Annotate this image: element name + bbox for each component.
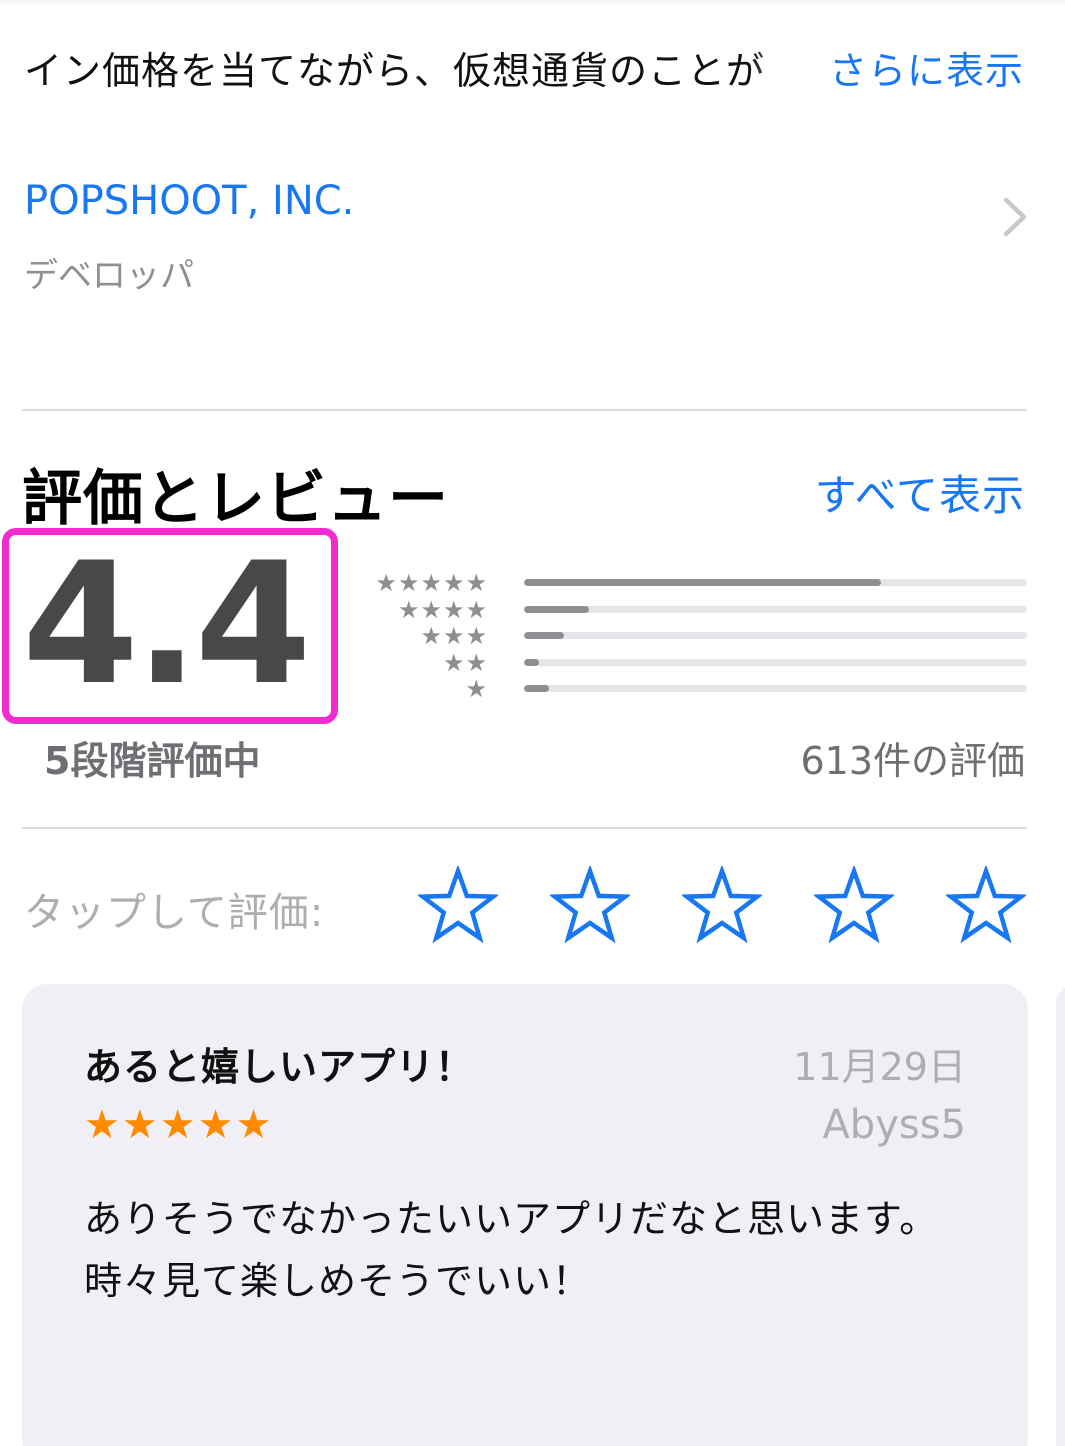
ratings-section-title: 評価とレビュー xyxy=(22,464,449,534)
histogram-stars: ★ xyxy=(465,675,488,703)
star-outline-icon[interactable] xyxy=(418,866,498,944)
histogram-stars: ★★★★ xyxy=(397,595,488,624)
description-row: イン価格を当てながら、仮想通貨のことが さらに表示 xyxy=(24,36,1024,96)
review-stars: ★★★★★ xyxy=(84,1102,274,1148)
histogram-stars: ★★★ xyxy=(420,622,488,650)
description-text: イン価格を当てながら、仮想通貨のことが xyxy=(24,49,766,93)
histogram-row: ★★ xyxy=(358,650,1028,676)
developer-row[interactable]: POPSHOOT, INC. デベロッパ xyxy=(24,178,1029,298)
histogram-bar-fill xyxy=(524,658,540,666)
review-title: あると嬉しいアプリ！ xyxy=(84,1045,475,1089)
review-author: Abyss5 xyxy=(822,1102,966,1148)
top-edge xyxy=(0,0,1065,6)
star-outline-icon[interactable] xyxy=(550,866,630,944)
next-review-card[interactable] xyxy=(1056,984,1065,1446)
histogram-stars: ★★ xyxy=(442,648,488,677)
review-body: ありそうでなかったいいアプリだなと思います。時々見て楽しめそうでいい！ xyxy=(84,1197,939,1303)
divider xyxy=(22,827,1027,829)
histogram-bar-track xyxy=(524,685,1027,692)
histogram-row: ★★★★★ xyxy=(358,570,1028,596)
histogram-bar-track xyxy=(524,605,1027,613)
histogram-row: ★★★★ xyxy=(358,597,1028,623)
chevron-right-icon[interactable] xyxy=(1001,196,1029,238)
rating-histogram: ★★★★★ ★★★★ ★★★ ★★ ★ xyxy=(358,570,1028,702)
rating-count: 613件の評価 xyxy=(800,739,1025,783)
histogram-row: ★★★ xyxy=(358,623,1028,649)
histogram-bar-fill xyxy=(524,685,550,692)
tap-to-rate-stars[interactable] xyxy=(418,866,1030,946)
see-all-link[interactable]: すべて表示 xyxy=(815,462,1025,523)
rating-scale-label: 5段階評価中 xyxy=(44,739,261,783)
average-rating: 4.4 xyxy=(22,526,312,722)
star-outline-icon[interactable] xyxy=(682,866,762,944)
histogram-row: ★ xyxy=(358,676,1028,702)
developer-name[interactable]: POPSHOOT, INC. xyxy=(24,178,354,224)
histogram-bar-fill xyxy=(524,632,565,639)
tap-to-rate-label: タップして評価: xyxy=(24,890,325,936)
histogram-bar-fill xyxy=(524,605,590,613)
histogram-bar-track xyxy=(524,658,1027,666)
histogram-stars: ★★★★★ xyxy=(375,569,488,597)
histogram-bar-track xyxy=(524,632,1027,639)
star-outline-icon[interactable] xyxy=(946,866,1026,944)
star-outline-icon[interactable] xyxy=(814,866,894,944)
review-date: 11月29日 xyxy=(793,1045,966,1089)
histogram-bar-track xyxy=(524,579,1027,586)
review-card[interactable]: あると嬉しいアプリ！ 11月29日 ★★★★★ Abyss5 ありそうでなかった… xyxy=(22,984,1028,1446)
histogram-bar-fill xyxy=(524,579,882,586)
developer-role: デベロッパ xyxy=(24,256,194,296)
divider xyxy=(22,409,1027,411)
app-store-page: イン価格を当てながら、仮想通貨のことが さらに表示 POPSHOOT, INC.… xyxy=(0,0,1065,1446)
show-more-link[interactable]: さらに表示 xyxy=(829,40,1024,95)
